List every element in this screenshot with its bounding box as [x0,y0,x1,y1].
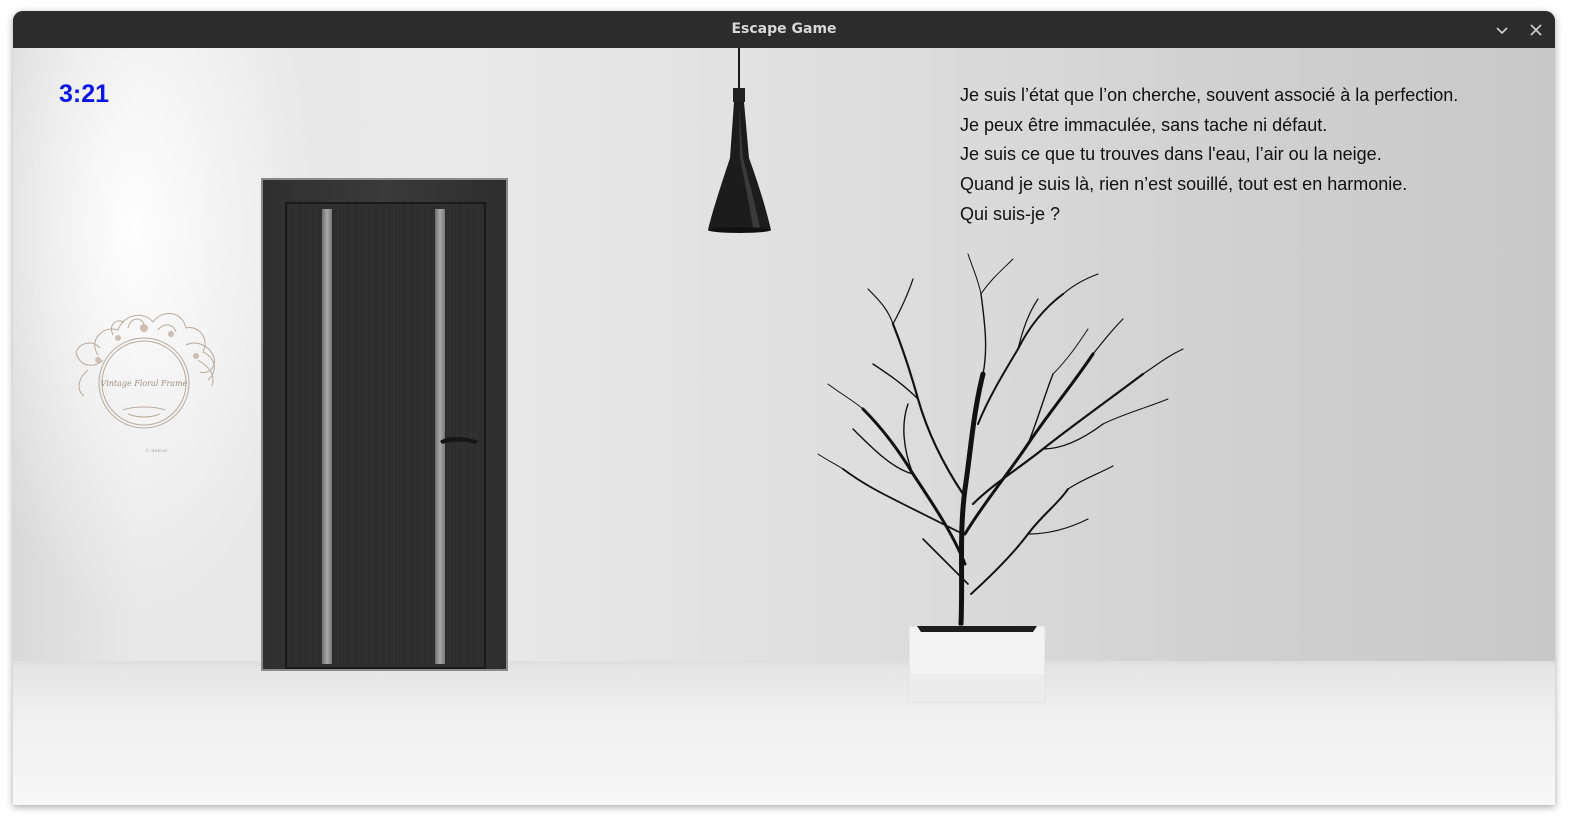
title-bar: Escape Game [13,11,1555,48]
frame-inscription: Vintage Floral Frame [101,379,188,388]
bare-tree-plant[interactable] [813,234,1193,704]
riddle-line: Quand je suis là, rien n’est souillé, to… [960,174,1408,195]
pendant-lamp-icon [708,48,771,233]
bare-tree-icon [817,253,1184,703]
door-handle[interactable] [438,432,480,448]
pendant-lamp[interactable] [705,48,775,234]
countdown-timer: 3:21 [59,80,110,108]
minimize-button[interactable] [1490,18,1514,42]
baseboard [13,661,1555,675]
door-glass-panel [322,209,332,664]
riddle-line: Je suis l’état que l’on cherche, souvent… [960,85,1459,105]
riddle-text: Je suis l’état que l’on cherche, souvent… [960,81,1540,229]
riddle-line: Je peux être immaculée, sans tache ni dé… [960,114,1328,135]
riddle-line: Je suis ce que tu trouves dans l'eau, l’… [960,144,1382,165]
riddle-line: Qui suis-je ? [960,203,1061,224]
close-button[interactable] [1524,18,1548,42]
game-scene[interactable]: 3:21 Vintage Floral Frame © rawpixel Je … [13,48,1555,805]
app-window: Escape Game 3:21 Vintage Floral Frame © … [13,11,1555,805]
door-leaf [285,202,486,669]
close-icon [1530,24,1542,36]
exit-door[interactable] [261,178,508,671]
door-handle-icon [440,436,478,444]
window-title: Escape Game [731,21,837,37]
floral-frame-icon: Vintage Floral Frame © rawpixel [75,313,215,453]
floral-frame-picture[interactable]: Vintage Floral Frame © rawpixel [68,300,223,460]
floor [13,674,1555,805]
frame-credit: © rawpixel [145,448,167,453]
chevron-down-icon [1496,27,1508,35]
